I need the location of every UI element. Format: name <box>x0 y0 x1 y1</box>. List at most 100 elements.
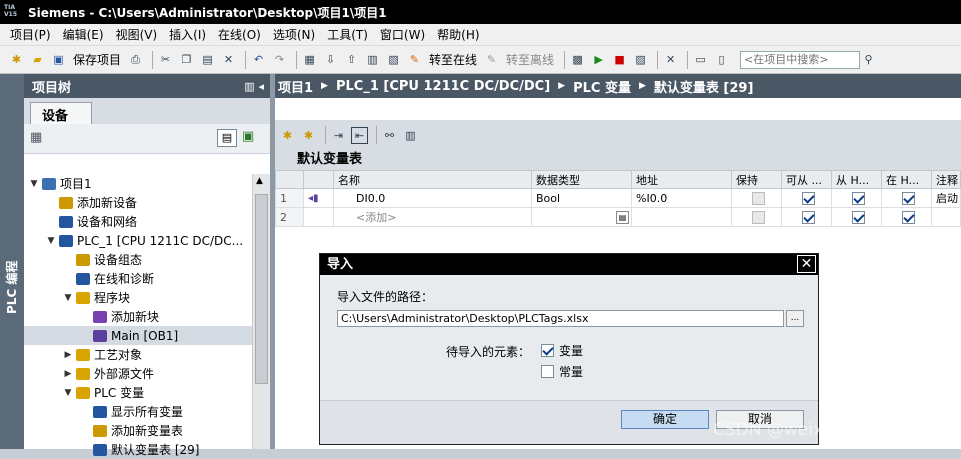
import-icon[interactable]: ⇤ <box>351 126 368 144</box>
save-project-button[interactable]: 保存项目 <box>73 51 121 68</box>
col-retain[interactable]: 保持 <box>731 170 782 189</box>
tag-comment-cell[interactable]: 启动 <box>931 188 961 208</box>
go-online-button[interactable]: 转至在线 <box>429 51 477 68</box>
menu-view[interactable]: 视图(V) <box>116 26 158 43</box>
ok-button[interactable]: 确定 <box>621 410 709 429</box>
breadcrumb-item[interactable]: PLC 变量 <box>573 77 631 96</box>
overview-icon[interactable]: ▤ <box>217 129 237 147</box>
tree-item[interactable]: Main [OB1] <box>24 326 252 345</box>
project-tree-scrollbar[interactable]: ▲ <box>252 174 270 449</box>
menu-project[interactable]: 项目(P) <box>10 26 51 43</box>
tree-item[interactable]: ▼ PLC_1 [CPU 1211C DC/DC... <box>24 231 252 250</box>
redo-icon[interactable]: ↷ <box>271 51 288 68</box>
tree-item[interactable]: 在线和诊断 <box>24 269 252 288</box>
table-row[interactable]: 1 ◂▮ DI0.0 Bool %I0.0 启动 <box>275 188 961 208</box>
visible-hmi-checkbox[interactable] <box>902 191 915 205</box>
accessible-hmi-checkbox[interactable] <box>802 191 815 205</box>
project-search-input[interactable] <box>740 50 861 69</box>
expand-down-icon[interactable]: ▼ <box>28 179 40 189</box>
tree-item[interactable]: 添加新设备 <box>24 193 252 212</box>
column-settings-icon[interactable]: ▥ <box>402 127 419 144</box>
col-writable-hmi[interactable]: 从 H... <box>831 170 882 189</box>
constants-checkbox[interactable] <box>541 365 554 378</box>
tree-item[interactable]: ▶ 工艺对象 <box>24 345 252 364</box>
paste-icon[interactable]: ▤ <box>199 51 216 68</box>
undo-icon[interactable]: ↶ <box>250 51 267 68</box>
menu-options[interactable]: 选项(N) <box>273 26 315 43</box>
tree-item[interactable]: 添加新变量表 <box>24 421 252 440</box>
tags-checkbox[interactable] <box>541 344 554 357</box>
save-icon[interactable]: ▣ <box>50 51 67 68</box>
menu-online[interactable]: 在线(O) <box>218 26 261 43</box>
split-horizontal-icon[interactable]: ▭ <box>692 51 709 68</box>
col-datatype[interactable]: 数据类型 <box>531 170 632 189</box>
cut-icon[interactable]: ✂ <box>157 51 174 68</box>
breadcrumb-item[interactable]: PLC_1 [CPU 1211C DC/DC/DC] <box>336 79 550 94</box>
export-icon[interactable]: ⇥ <box>330 127 347 144</box>
tree-options-icon[interactable]: ▣ <box>242 129 254 144</box>
constants-option-label[interactable]: 常量 <box>559 363 583 380</box>
cross-reference-icon[interactable]: ▨ <box>632 51 649 68</box>
menu-help[interactable]: 帮助(H) <box>437 26 479 43</box>
tree-item[interactable]: 默认变量表 [29] <box>24 440 252 459</box>
go-online-icon[interactable]: ✎ <box>406 51 423 68</box>
search-icon[interactable]: ⚲ <box>860 51 877 68</box>
tree-item[interactable]: 显示所有变量 <box>24 402 252 421</box>
monitor-all-icon[interactable]: ⚯ <box>381 127 398 144</box>
expand-down-icon[interactable]: ▼ <box>62 293 74 303</box>
print-icon[interactable]: ⎙ <box>127 51 144 68</box>
stop-cpu-icon[interactable]: ■ <box>611 51 628 68</box>
datatype-picker-icon[interactable]: ▤ <box>616 211 629 224</box>
import-path-input[interactable] <box>337 310 784 327</box>
tree-item[interactable]: 设备组态 <box>24 250 252 269</box>
expand-down-icon[interactable]: ▼ <box>62 388 74 398</box>
compile-icon[interactable]: ▦ <box>301 51 318 68</box>
tree-item[interactable]: ▼ 项目1 <box>24 174 252 193</box>
menu-insert[interactable]: 插入(I) <box>169 26 206 43</box>
col-comment[interactable]: 注释 <box>931 170 961 189</box>
side-tab-plc-programming[interactable]: PLC 编程 <box>0 74 24 449</box>
open-project-icon[interactable]: ▰ <box>29 51 46 68</box>
menu-edit[interactable]: 编辑(E) <box>63 26 104 43</box>
retain-checkbox[interactable] <box>752 191 765 205</box>
browse-button[interactable]: ... <box>786 310 804 327</box>
tree-item[interactable]: 设备和网络 <box>24 212 252 231</box>
go-offline-button[interactable]: 转至离线 <box>506 51 554 68</box>
tag-address-cell[interactable]: %I0.0 <box>631 188 732 208</box>
scroll-thumb[interactable] <box>255 194 268 384</box>
col-visible-hmi[interactable]: 在 H... <box>881 170 932 189</box>
visible-hmi-checkbox[interactable] <box>902 210 915 224</box>
writable-hmi-checkbox[interactable] <box>852 191 865 205</box>
table-row[interactable]: 2 <添加> ▤ <box>275 207 961 227</box>
insert-row-icon[interactable]: ✱ <box>300 127 317 144</box>
tag-type-cell[interactable]: Bool <box>531 188 632 208</box>
col-accessible-hmi[interactable]: 可从 ... <box>781 170 832 189</box>
tab-devices[interactable]: 设备 <box>30 102 92 124</box>
new-folder-icon[interactable]: ▦ <box>30 130 42 145</box>
col-address[interactable]: 地址 <box>631 170 732 189</box>
add-tag-cell[interactable]: <添加> <box>333 207 532 227</box>
monitor-icon[interactable]: ▧ <box>385 51 402 68</box>
col-name[interactable]: 名称 <box>333 170 532 189</box>
accessible-devices-icon[interactable]: ▩ <box>569 51 586 68</box>
tag-address-cell[interactable] <box>631 207 732 227</box>
expand-right-icon[interactable]: ▶ <box>62 369 74 379</box>
panel-layout-icon[interactable]: ▥ ◂ <box>244 80 264 93</box>
expand-right-icon[interactable]: ▶ <box>62 350 74 360</box>
delete-icon[interactable]: ✕ <box>220 51 237 68</box>
menu-tools[interactable]: 工具(T) <box>327 26 368 43</box>
scroll-up-icon[interactable]: ▲ <box>256 176 263 186</box>
tag-comment-cell[interactable] <box>931 207 961 227</box>
tree-item[interactable]: 添加新块 <box>24 307 252 326</box>
breadcrumb-item[interactable]: 项目1 <box>278 77 313 96</box>
go-offline-icon[interactable]: ✎ <box>483 51 500 68</box>
dialog-close-icon[interactable]: ✕ <box>797 255 816 273</box>
split-vertical-icon[interactable]: ▯ <box>713 51 730 68</box>
tag-name-cell[interactable]: DI0.0 <box>333 188 532 208</box>
simulation-icon[interactable]: ▥ <box>364 51 381 68</box>
tree-item[interactable]: ▼ 程序块 <box>24 288 252 307</box>
tree-item[interactable]: ▼ PLC 变量 <box>24 383 252 402</box>
copy-icon[interactable]: ❐ <box>178 51 195 68</box>
new-project-icon[interactable]: ✱ <box>8 51 25 68</box>
tree-item[interactable]: ▶ 外部源文件 <box>24 364 252 383</box>
